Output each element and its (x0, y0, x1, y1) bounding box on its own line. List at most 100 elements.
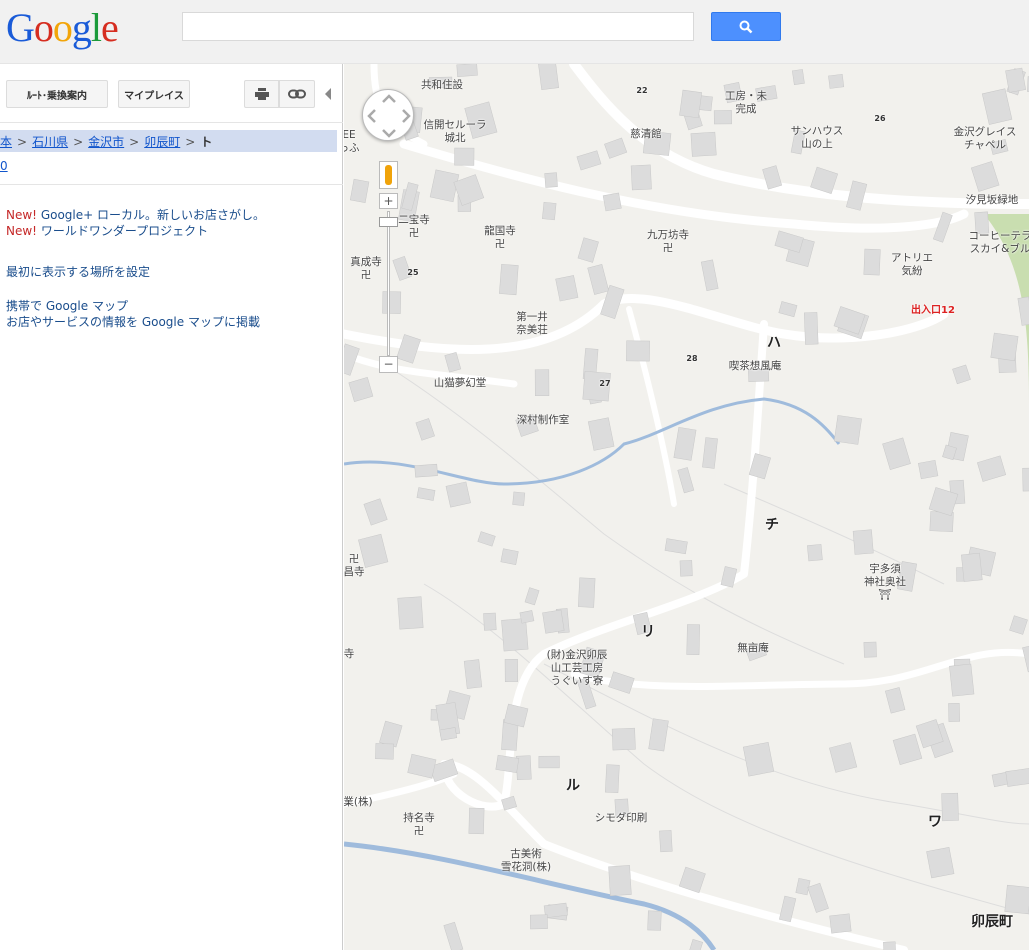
building (512, 491, 526, 506)
map-label[interactable]: 宇多須 神社奥社 ⛩ (864, 563, 906, 602)
map-label[interactable]: 喫茶想風庵 (729, 360, 782, 373)
building (499, 263, 519, 296)
building (679, 89, 703, 119)
map-label[interactable]: シモダ印刷 (595, 812, 648, 825)
building (977, 455, 1007, 482)
building (778, 301, 798, 318)
map-label[interactable]: 九万坊寺 卍 (647, 229, 689, 255)
news-text: Google+ ローカル。新しいお店さがし。 (40, 208, 265, 222)
building (602, 192, 622, 212)
map-label[interactable]: 山猫夢幻堂 (434, 377, 487, 390)
building (608, 865, 632, 896)
set-default-location-link[interactable]: 最初に表示する場所を設定 (6, 263, 150, 280)
building (807, 544, 823, 562)
map-label[interactable]: 真成寺 卍 (350, 256, 382, 282)
mobile-link[interactable]: 携帯で Google マップ (6, 297, 128, 314)
building (501, 618, 529, 652)
breadcrumb-link[interactable]: 金沢市 (88, 135, 124, 149)
building (990, 332, 1019, 362)
breadcrumb-link[interactable]: 本 (0, 135, 12, 149)
building (454, 147, 475, 166)
zoom-slider-handle[interactable] (379, 217, 398, 227)
map-label[interactable]: ル (566, 779, 580, 793)
map-label[interactable]: サンハウス 山の上 (791, 125, 844, 151)
map-label[interactable]: 慈清館 (630, 128, 662, 141)
zoom-out-button[interactable]: − (379, 356, 398, 373)
building (863, 641, 877, 658)
search-input[interactable] (182, 12, 694, 41)
news-item[interactable]: New! ワールドワンダープロジェクト (6, 222, 208, 239)
building (774, 230, 804, 253)
map-label[interactable]: EE っふ (344, 129, 360, 155)
map-label[interactable]: 卍 昌寺 (344, 553, 365, 579)
my-places-button[interactable]: マイプレイス (118, 80, 190, 108)
map-label[interactable]: 持名寺 卍 (403, 812, 435, 838)
map-label[interactable]: 寺 (344, 648, 354, 661)
building (463, 659, 483, 689)
map-tiles (344, 64, 1029, 950)
map-label[interactable]: 深村制作室 (517, 414, 570, 427)
map-label[interactable]: 27 (599, 377, 610, 390)
building (1022, 467, 1029, 492)
breadcrumb-link[interactable]: 卯辰町 (144, 135, 180, 149)
building (542, 609, 565, 634)
map-label[interactable]: ハ (767, 336, 781, 350)
map-label[interactable]: 28 (686, 352, 697, 365)
map-label[interactable]: 二宝寺 卍 (398, 214, 430, 240)
building (576, 150, 602, 171)
map-canvas[interactable]: 共和住設 22 工房・未 完成 26 サンハウス 山の上 金沢グレイス チャペル 信開セルー… (344, 64, 1029, 950)
building (587, 264, 610, 295)
building (828, 73, 845, 89)
map-label[interactable]: 25 (407, 266, 418, 279)
map-label[interactable]: 古美術 雪花洞(株) (501, 848, 551, 874)
map-label[interactable]: (財)金沢卯辰 山工芸工房 うぐいす寮 (547, 649, 608, 688)
map-label[interactable]: 汐見坂緑地 (966, 194, 1019, 207)
building (477, 531, 496, 547)
divider (0, 184, 343, 185)
map-label[interactable]: 卯辰町 (971, 915, 1013, 929)
map-label[interactable]: アトリエ 気紛 (891, 252, 933, 278)
search-button[interactable] (711, 12, 781, 41)
zoom-in-button[interactable]: + (379, 193, 398, 209)
map-label[interactable]: 無亩庵 (737, 642, 769, 655)
link-button[interactable] (279, 80, 315, 108)
print-button[interactable] (244, 80, 279, 108)
building (949, 663, 975, 697)
map-label[interactable]: 工房・未 完成 (725, 90, 767, 116)
map-label[interactable]: 龍国寺 卍 (484, 225, 516, 251)
breadcrumb-link[interactable]: 石川県 (32, 135, 68, 149)
breadcrumb-sep: > (17, 135, 28, 149)
map-label[interactable]: 出入口12 (911, 304, 955, 317)
map-label[interactable]: チ (765, 518, 779, 532)
map-label[interactable]: 金沢グレイス チャペル (954, 126, 1017, 152)
building (720, 566, 738, 588)
sub-link[interactable]: 0 (0, 159, 8, 173)
map-label[interactable]: 26 (874, 112, 885, 125)
building (952, 364, 971, 385)
building (555, 275, 579, 302)
map-label[interactable]: 業(株) (344, 796, 373, 809)
building (1022, 644, 1029, 673)
building (882, 437, 911, 470)
building (686, 624, 700, 656)
collapse-panel-icon[interactable] (325, 88, 331, 100)
zoom-slider-track[interactable] (387, 211, 390, 356)
building (918, 459, 939, 480)
building (833, 415, 862, 445)
map-label[interactable]: 22 (636, 84, 647, 97)
google-logo[interactable]: Google (6, 4, 119, 51)
map-label[interactable]: リ (641, 625, 655, 639)
business-listing-link[interactable]: お店やサービスの情報を Google マップに掲載 (6, 313, 260, 330)
map-label[interactable]: 第一井 奈美荘 (516, 311, 548, 337)
building (829, 742, 858, 773)
news-item[interactable]: New! Google+ ローカル。新しいお店さがし。 (6, 206, 265, 223)
pegman-icon[interactable] (379, 161, 398, 189)
map-label[interactable]: コーヒーテラ スカイ&ブル (969, 230, 1029, 256)
map-label[interactable]: 共和住設 (421, 79, 463, 92)
pan-control[interactable] (362, 89, 414, 141)
building (538, 64, 560, 91)
building (1005, 767, 1029, 787)
map-label[interactable]: 信開セルーラ 城北 (424, 119, 487, 145)
map-label[interactable]: ワ (928, 815, 942, 829)
route-button[interactable]: ﾙｰﾄ･乗換案内 (6, 80, 108, 108)
